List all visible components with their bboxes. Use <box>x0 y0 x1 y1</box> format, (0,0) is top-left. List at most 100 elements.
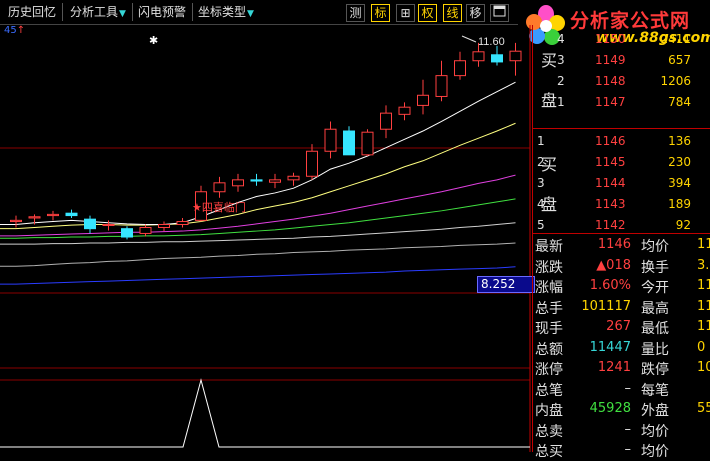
signal-indicator <box>0 378 530 448</box>
candle[interactable] <box>121 226 133 240</box>
candle-body <box>232 179 244 187</box>
candle[interactable] <box>47 210 59 221</box>
window-glyph <box>493 5 506 17</box>
toolbar-divider <box>192 3 193 21</box>
order-level: 3 <box>537 176 545 190</box>
order-volume: 784 <box>668 95 691 109</box>
stat-value: 10 <box>697 360 710 375</box>
stat-row: 涨幅 1.60% 今开 11 <box>533 276 710 296</box>
stat-value: 101117 <box>581 298 631 314</box>
sell-order-row[interactable]: 1 1147 784 <box>533 92 710 113</box>
candle-body <box>435 75 448 97</box>
stat-row: 总笔 – 每笔 <box>533 379 710 399</box>
stat-label: 涨跌 <box>535 259 563 276</box>
candle[interactable] <box>324 121 337 159</box>
candle[interactable] <box>509 42 522 76</box>
candle-body <box>380 112 392 130</box>
candle[interactable] <box>102 220 115 231</box>
window-icon[interactable] <box>490 4 509 22</box>
stat-label: 量比 <box>641 341 669 358</box>
stat-value: 11447 <box>589 339 631 355</box>
chevron-down-icon: ▼ <box>247 9 254 19</box>
mark-label: 标 <box>374 6 387 20</box>
stat-row: 内盘 45928 外盘 55 <box>533 399 710 419</box>
move-label: 移 <box>469 6 482 20</box>
stat-label: 现手 <box>535 321 563 337</box>
mark-button[interactable]: 标 <box>371 4 390 22</box>
crosshair-button[interactable]: ⊞ <box>396 4 415 22</box>
candle[interactable] <box>158 221 170 232</box>
candle[interactable] <box>343 126 355 156</box>
stat-value: 1146 <box>597 237 631 252</box>
candle[interactable] <box>491 45 503 66</box>
candle-body <box>472 51 485 62</box>
candle[interactable] <box>287 172 300 186</box>
sell-side-label-1: 买 <box>541 51 558 70</box>
candle[interactable] <box>65 209 78 218</box>
order-level: 1 <box>557 95 565 109</box>
order-volume: 92 <box>675 218 691 232</box>
kline-chart[interactable]: 11.60 ★四喜临门 ✱ <box>0 25 532 452</box>
stat-label: 最低 <box>641 321 669 337</box>
measure-button[interactable]: 测 <box>346 4 365 22</box>
candle[interactable] <box>454 51 466 80</box>
candle[interactable] <box>306 144 318 180</box>
candle-body <box>509 50 522 62</box>
candle[interactable] <box>250 173 263 186</box>
sell-order-row[interactable]: 2 1148 1206 <box>533 71 710 92</box>
candle[interactable] <box>232 173 244 192</box>
buy-order-row[interactable]: 1 1146 136 <box>533 131 710 152</box>
stat-value: 11 <box>697 298 710 314</box>
stat-label: 内盘 <box>535 403 563 419</box>
candle-body <box>343 130 355 156</box>
stat-row: 总卖 – 均价 <box>533 420 710 440</box>
buy-order-row[interactable]: 3 1144 394 <box>533 173 710 194</box>
order-volume: 1206 <box>660 74 691 88</box>
stat-value: 45928 <box>589 401 631 416</box>
candle-body <box>287 175 300 181</box>
candle[interactable] <box>176 217 189 228</box>
candle-body <box>176 221 189 226</box>
moving-average-lines <box>0 81 516 285</box>
stat-label: 总卖 <box>535 423 563 440</box>
stat-value: 3.1 <box>697 257 710 273</box>
candle-body <box>158 224 170 228</box>
candle[interactable] <box>213 176 226 198</box>
buy-order-row[interactable]: 2 1145 230 <box>533 152 710 173</box>
tools-button[interactable]: 分析工具▼ <box>70 3 126 21</box>
candle-body <box>306 150 318 177</box>
sell-order-row[interactable]: 4 1150 2411 <box>533 29 710 50</box>
history-button[interactable]: 历史回忆 <box>8 3 56 21</box>
rights-button[interactable]: 权 <box>418 4 437 22</box>
candle[interactable] <box>380 105 392 139</box>
candle[interactable] <box>361 129 374 157</box>
candle[interactable] <box>398 102 411 121</box>
candle[interactable] <box>417 79 429 115</box>
candle[interactable] <box>10 215 22 228</box>
candle-body <box>47 213 59 217</box>
stat-label: 今开 <box>641 280 669 296</box>
order-volume: 189 <box>668 197 691 211</box>
line-button[interactable]: 线 <box>443 4 462 22</box>
candle-body <box>398 106 411 115</box>
stat-label: 涨幅 <box>535 280 563 296</box>
candle[interactable] <box>84 215 96 234</box>
stat-value: 11 <box>697 237 710 252</box>
ma-green-line <box>0 198 516 239</box>
candle[interactable] <box>269 173 281 189</box>
crosshair-icon: ⊞ <box>400 6 411 20</box>
sparkle-icon: ✱ <box>149 34 158 47</box>
candle[interactable] <box>435 60 448 102</box>
stat-value: 11 <box>697 319 710 334</box>
coord-type-button[interactable]: 坐标类型▼ <box>198 3 254 21</box>
move-button[interactable]: 移 <box>466 4 485 22</box>
stat-value: – <box>624 421 632 437</box>
warning-button[interactable]: 闪电预警 <box>138 3 186 21</box>
sell-side-label-2: 盘 <box>541 91 558 110</box>
buy-order-row[interactable]: 4 1143 189 <box>533 194 710 215</box>
sell-order-row[interactable]: 3 1149 657 <box>533 50 710 71</box>
ma-white-line <box>0 81 516 226</box>
order-level: 4 <box>557 32 565 46</box>
candle[interactable] <box>139 224 152 237</box>
stat-row: 涨跌 ▲018 换手 3.1 <box>533 256 710 276</box>
